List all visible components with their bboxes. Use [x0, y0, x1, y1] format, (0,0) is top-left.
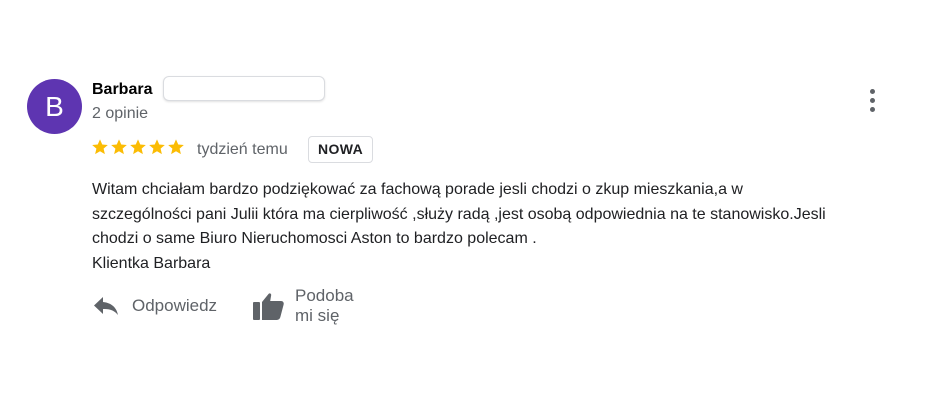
- review-text-line: Klientka Barbara: [92, 254, 211, 272]
- name-badge-box: [163, 76, 325, 101]
- reply-label: Odpowiedz: [132, 296, 218, 315]
- avatar[interactable]: B: [27, 79, 82, 134]
- more-vert-icon-dot: [869, 97, 875, 103]
- reply-icon: [92, 295, 120, 317]
- reviewer-review-count[interactable]: 2 opinie: [92, 103, 148, 125]
- star-icon: [149, 139, 165, 155]
- star-icon: [92, 139, 108, 155]
- new-badge: NOWA: [308, 136, 374, 163]
- star-icon: [168, 139, 184, 155]
- like-label: Podoba mi się: [295, 286, 354, 325]
- like-button[interactable]: Podoba mi się: [252, 286, 354, 325]
- star-rating: [91, 138, 185, 156]
- review-text-line: chodzi o same Biuro Nieruchomosci Aston …: [92, 230, 537, 247]
- reviewer-name[interactable]: Barbara: [92, 79, 152, 101]
- avatar-initial: B: [45, 90, 64, 122]
- thumb-up-icon: [252, 291, 285, 321]
- review-text: Witam chciałam bardzo podziękować za fac…: [92, 178, 912, 276]
- more-vert-icon-dot: [869, 106, 875, 112]
- more-vert-icon-dot: [869, 88, 875, 94]
- review-card: B Barbara 2 opinie tydzień temu NOWA Wit…: [0, 0, 940, 400]
- review-text-line: Witam chciałam bardzo podziękować za fac…: [92, 181, 743, 198]
- review-date: tydzień temu: [197, 141, 288, 158]
- more-options-button[interactable]: [858, 86, 886, 114]
- star-icon: [111, 139, 127, 155]
- review-text-line: szczególności pani Julii która ma cierpl…: [92, 205, 826, 223]
- reply-button[interactable]: Odpowiedz: [92, 290, 217, 322]
- star-icon: [130, 139, 146, 155]
